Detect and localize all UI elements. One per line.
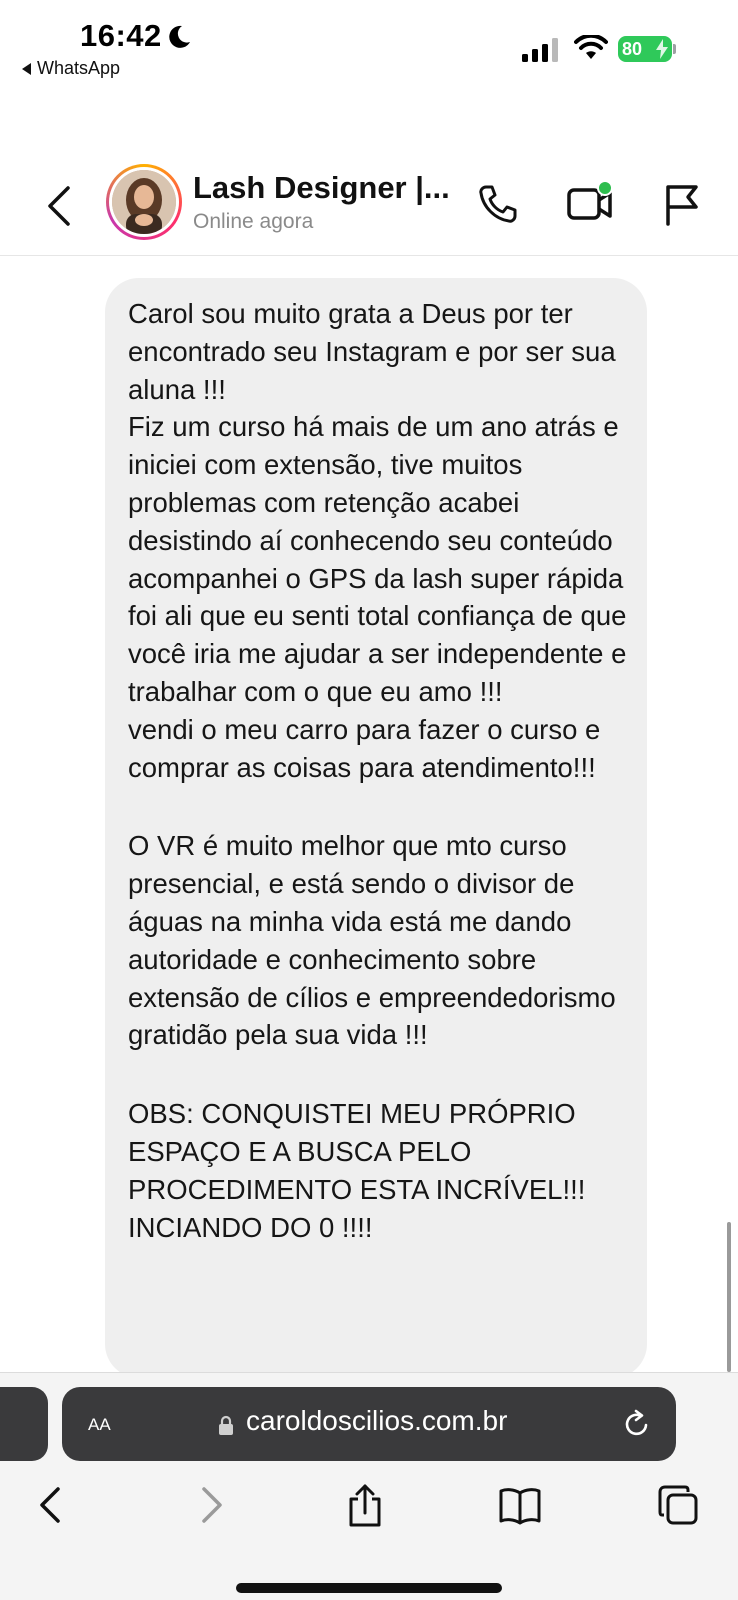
back-icon[interactable] [30, 1483, 74, 1527]
chat-header: Lash Designer |... Online agora [0, 160, 738, 256]
forward-icon[interactable] [188, 1483, 232, 1527]
video-call-icon[interactable] [566, 180, 616, 224]
share-icon[interactable] [343, 1483, 387, 1527]
bookmarks-icon[interactable] [498, 1483, 542, 1527]
battery-tip [673, 44, 676, 54]
avatar-story-ring[interactable] [106, 164, 182, 240]
battery-indicator: 80 [618, 36, 676, 62]
wifi-icon [574, 35, 608, 59]
home-indicator[interactable] [236, 1583, 502, 1593]
reload-icon[interactable] [622, 1409, 652, 1439]
back-to-app-link[interactable]: WhatsApp [22, 58, 120, 79]
scroll-indicator[interactable] [727, 1222, 731, 1372]
previous-tab-preview[interactable] [0, 1387, 48, 1461]
contact-status: Online agora [193, 210, 314, 233]
contact-name[interactable]: Lash Designer |... [193, 170, 450, 206]
back-arrow-icon[interactable] [44, 184, 74, 228]
tabs-icon[interactable] [656, 1483, 700, 1527]
phone-call-icon[interactable] [476, 182, 520, 226]
message-paragraph: Fiz um curso há mais de um ano atrás e i… [128, 411, 627, 707]
url-text[interactable]: caroldoscilios.com.br [246, 1405, 507, 1437]
charging-bolt-icon [656, 39, 668, 59]
back-triangle-icon [22, 62, 31, 75]
message-paragraph: OBS: CONQUISTEI MEU PRÓPRIO ESPAÇO E A B… [128, 1098, 586, 1243]
moon-icon [169, 25, 190, 48]
address-bar[interactable]: AA caroldoscilios.com.br [62, 1387, 676, 1461]
text-size-button[interactable]: AA [88, 1409, 111, 1437]
cellular-signal-icon [522, 38, 558, 62]
message-text: Carol sou muito grata a Deus por ter enc… [128, 295, 633, 1246]
browser-toolbar: AA caroldoscilios.com.br [0, 1372, 738, 1600]
avatar-portrait-icon [112, 170, 176, 234]
battery-level: 80 [622, 38, 643, 59]
message-paragraph: O VR é muito melhor que mto curso presen… [128, 830, 616, 1051]
back-app-label: WhatsApp [37, 58, 121, 78]
status-time: 16:42 [80, 18, 162, 53]
flag-icon[interactable] [662, 182, 702, 226]
lock-icon [219, 1415, 233, 1435]
message-paragraph: Carol sou muito grata a Deus por ter enc… [128, 298, 616, 405]
message-paragraph: vendi o meu carro para fazer o curso e c… [128, 713, 601, 783]
avatar [112, 170, 176, 234]
